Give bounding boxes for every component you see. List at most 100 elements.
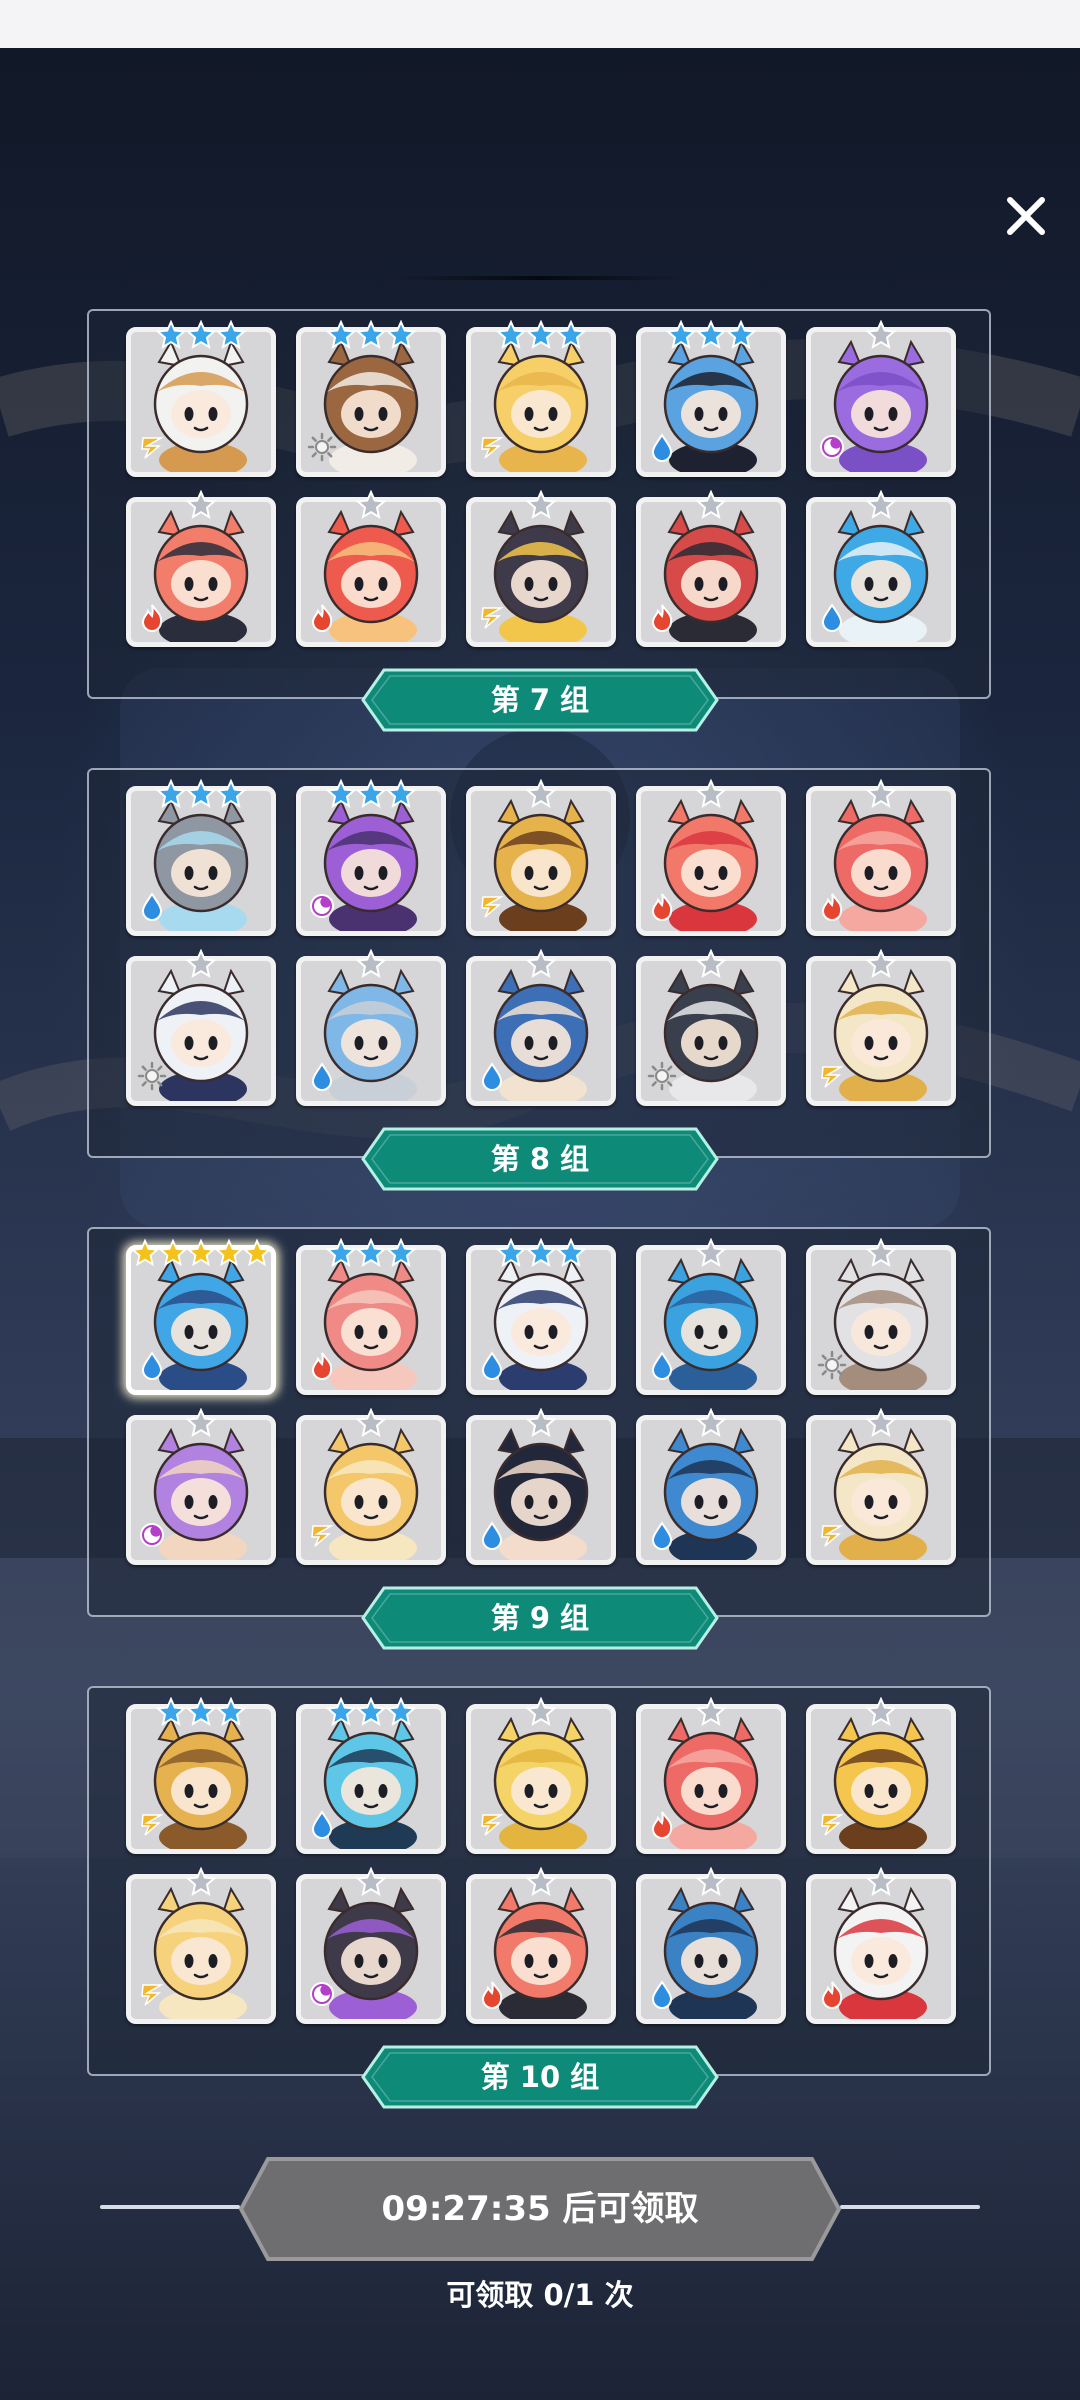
- close-icon: [1007, 197, 1045, 235]
- claim-button[interactable]: 09:27:35 后可领取: [238, 2156, 842, 2262]
- star-icon: [696, 1867, 726, 1897]
- star-rating: [641, 779, 781, 809]
- dark-element-icon: [820, 435, 844, 459]
- hero-card[interactable]: [126, 779, 276, 936]
- hero-card[interactable]: [296, 1867, 446, 2024]
- status-bar-area: [0, 0, 1080, 48]
- fire-element-icon: [311, 604, 333, 632]
- star-icon: [696, 1408, 726, 1438]
- star-icon: [526, 490, 556, 520]
- hero-card[interactable]: [636, 949, 786, 1106]
- star-icon: [186, 1867, 216, 1897]
- group-banner: 第 8 组: [360, 1126, 720, 1192]
- star-icon: [186, 1697, 216, 1727]
- hero-card[interactable]: [466, 949, 616, 1106]
- hero-card[interactable]: [296, 779, 446, 936]
- star-rating: [641, 949, 781, 979]
- hero-card[interactable]: [806, 1867, 956, 2024]
- star-icon: [526, 320, 556, 350]
- hero-card[interactable]: [126, 490, 276, 647]
- lightning-element-icon: [481, 607, 504, 629]
- hero-card[interactable]: [296, 949, 446, 1106]
- fire-element-icon: [311, 1352, 333, 1380]
- star-rating: [641, 490, 781, 520]
- star-icon: [356, 320, 386, 350]
- hero-card[interactable]: [636, 779, 786, 936]
- fire-element-icon: [141, 604, 163, 632]
- hero-card[interactable]: [126, 1867, 276, 2024]
- close-button[interactable]: [996, 186, 1056, 246]
- star-rating: [811, 779, 951, 809]
- hero-card[interactable]: [296, 1408, 446, 1565]
- star-icon: [356, 779, 386, 809]
- hero-card[interactable]: [466, 490, 616, 647]
- hero-card[interactable]: [466, 779, 616, 936]
- claim-count: 可领取 0/1 次: [446, 2278, 634, 2312]
- star-icon: [326, 320, 356, 350]
- water-element-icon: [481, 1521, 503, 1550]
- water-element-icon: [651, 1351, 673, 1380]
- hero-card[interactable]: [466, 1238, 616, 1395]
- claim-button-label: 09:27:35 后可领取: [381, 2189, 699, 2229]
- hero-card[interactable]: [636, 1867, 786, 2024]
- star-icon: [866, 779, 896, 809]
- hero-card[interactable]: [636, 1238, 786, 1395]
- hero-card[interactable]: [636, 490, 786, 647]
- hero-card[interactable]: [636, 1408, 786, 1565]
- lightning-element-icon: [821, 1814, 844, 1836]
- group-label: 第 9 组: [490, 1601, 590, 1635]
- hero-card[interactable]: [296, 490, 446, 647]
- hero-card[interactable]: [636, 1697, 786, 1854]
- fire-element-icon: [651, 893, 673, 921]
- star-icon: [866, 1867, 896, 1897]
- hero-card[interactable]: [296, 1238, 446, 1395]
- light-element-icon: [137, 1061, 167, 1091]
- star-rating: [131, 1238, 271, 1268]
- hero-card[interactable]: [806, 320, 956, 477]
- star-icon: [356, 490, 386, 520]
- star-icon: [526, 1238, 556, 1268]
- hero-card[interactable]: [296, 1697, 446, 1854]
- hero-card[interactable]: [126, 320, 276, 477]
- hero-card[interactable]: [466, 1408, 616, 1565]
- star-icon: [866, 1697, 896, 1727]
- water-element-icon: [481, 1351, 503, 1380]
- star-rating: [641, 1697, 781, 1727]
- star-icon: [159, 1238, 187, 1267]
- star-rating: [811, 490, 951, 520]
- star-icon: [356, 949, 386, 979]
- water-element-icon: [651, 1980, 673, 2009]
- star-icon: [186, 949, 216, 979]
- hero-card[interactable]: [806, 779, 956, 936]
- light-element-icon: [307, 432, 337, 462]
- hero-card[interactable]: [126, 949, 276, 1106]
- star-rating: [811, 320, 951, 350]
- hero-card[interactable]: [466, 1697, 616, 1854]
- hero-card[interactable]: [466, 320, 616, 477]
- star-rating: [301, 1238, 441, 1268]
- star-icon: [496, 320, 526, 350]
- hero-card[interactable]: [126, 1238, 276, 1395]
- star-icon: [526, 1697, 556, 1727]
- hero-card[interactable]: [806, 949, 956, 1106]
- star-icon: [356, 1867, 386, 1897]
- hero-card[interactable]: [126, 1697, 276, 1854]
- star-rating: [641, 1238, 781, 1268]
- star-rating: [471, 779, 611, 809]
- star-icon: [696, 490, 726, 520]
- hero-card[interactable]: [126, 1408, 276, 1565]
- hero-card[interactable]: [806, 1238, 956, 1395]
- star-rating: [131, 490, 271, 520]
- hero-card[interactable]: [806, 490, 956, 647]
- hero-card[interactable]: [296, 320, 446, 477]
- star-icon: [216, 1697, 246, 1727]
- star-icon: [526, 949, 556, 979]
- hero-card[interactable]: [806, 1697, 956, 1854]
- hero-card[interactable]: [636, 320, 786, 477]
- hero-card[interactable]: [466, 1867, 616, 2024]
- star-icon: [243, 1238, 271, 1267]
- hero-card[interactable]: [806, 1408, 956, 1565]
- fire-element-icon: [481, 1981, 503, 2009]
- star-rating: [471, 1408, 611, 1438]
- star-rating: [301, 320, 441, 350]
